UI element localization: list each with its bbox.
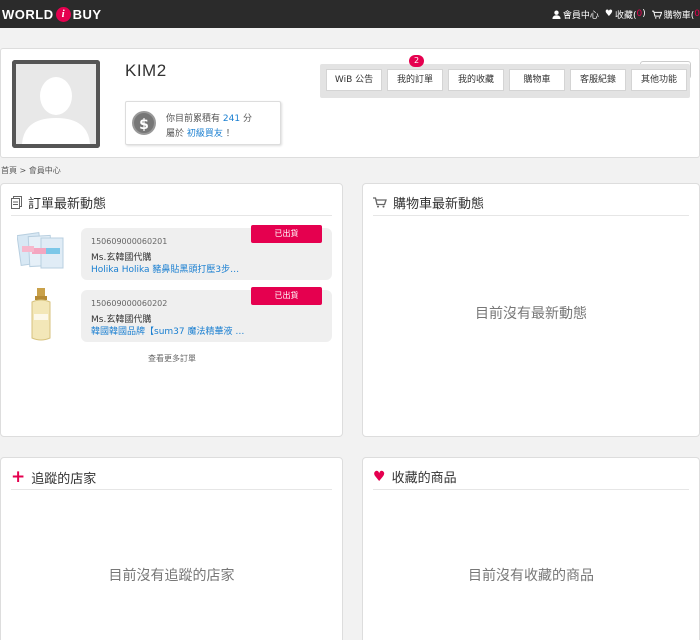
- cart-card-title-text: 購物車最新動態: [393, 197, 485, 212]
- cart-icon: [651, 10, 662, 19]
- avatar: [12, 60, 100, 148]
- cart-card-title: 購物車最新動態: [373, 193, 484, 212]
- orders-card-title: 訂單最新動態: [11, 193, 106, 212]
- favorites-close: ): [642, 9, 646, 19]
- order-product-link[interactable]: Holika Holika 豬鼻貼黑頭打壓3步…: [91, 262, 239, 275]
- points-prefix: 你目前累積有: [166, 114, 221, 124]
- level-line: 屬於 初級買友 ！: [166, 126, 235, 139]
- cart-icon: [373, 197, 387, 208]
- document-icon: [11, 196, 22, 209]
- divider: [373, 489, 689, 490]
- divider: [373, 215, 689, 216]
- order-item[interactable]: 150609000060201 Ms.玄韓國代購 Holika Holika 豬…: [81, 225, 332, 280]
- shops-empty-message: 目前沒有追蹤的店家: [108, 568, 235, 584]
- favorite-products-card: ♥ 收藏的商品 目前沒有收藏的商品: [362, 457, 700, 640]
- default-avatar-icon: [12, 60, 100, 148]
- top-bar: WORLD i BUY 會員中心 ♥ 收藏(0) 購物車(0: [0, 0, 700, 28]
- breadcrumb-home[interactable]: 首頁: [1, 166, 17, 175]
- cart-count: 0: [694, 9, 700, 19]
- cart-empty-message: 目前沒有最新動態: [475, 306, 587, 322]
- menu-other-functions[interactable]: 其他功能: [631, 69, 687, 91]
- points-box: $ 你目前累積有 241 分 屬於 初級買友 ！: [125, 101, 281, 145]
- logo-i: i: [55, 6, 71, 22]
- followed-shops-card: + 追蹤的店家 目前沒有追蹤的店家: [0, 457, 343, 640]
- cart-link[interactable]: 購物車(0: [651, 8, 700, 21]
- product-thumbnail-nose-strips[interactable]: [17, 228, 69, 276]
- user-icon: [552, 10, 561, 19]
- order-status-badge: 已出貨: [251, 287, 322, 305]
- order-product-link[interactable]: 韓國韓國品牌【sum37 魔法精華液 …: [91, 324, 244, 337]
- shops-card-title: + 追蹤的店家: [11, 467, 96, 487]
- product-thumbnail-serum[interactable]: [29, 288, 53, 342]
- dollar-coin-icon: $: [132, 111, 156, 135]
- cart-label: 購物車(: [663, 10, 695, 21]
- member-center-label: 會員中心: [562, 10, 599, 21]
- divider: [11, 215, 332, 216]
- logo-world: WORLD: [2, 6, 54, 22]
- level-prefix: 屬於: [166, 129, 185, 139]
- favs-card-title-text: 收藏的商品: [391, 471, 457, 486]
- top-links: 會員中心 ♥ 收藏(0) 購物車(0: [546, 0, 700, 28]
- order-item[interactable]: 150609000060202 Ms.玄韓國代購 韓國韓國品牌【sum37 魔法…: [81, 287, 332, 342]
- points-line: 你目前累積有 241 分: [166, 111, 252, 124]
- order-number: 150609000060201: [91, 237, 168, 246]
- favorites-label: 收藏(: [614, 10, 637, 21]
- points-value: 241: [222, 114, 241, 124]
- menu-my-favorites[interactable]: 我的收藏: [448, 69, 504, 91]
- breadcrumb-current: 會員中心: [28, 166, 61, 175]
- order-status-badge: 已出貨: [251, 225, 322, 243]
- member-center-link[interactable]: 會員中心: [552, 8, 599, 21]
- level-suffix: ！: [225, 129, 235, 139]
- favs-empty-message: 目前沒有收藏的商品: [468, 568, 594, 584]
- worldibuy-logo[interactable]: WORLD i BUY: [2, 6, 102, 22]
- orders-count-badge: 2: [409, 55, 424, 67]
- heart-icon: ♥: [604, 9, 613, 19]
- shops-card-title-text: 追蹤的店家: [31, 471, 97, 487]
- orders-card: 訂單最新動態 150609000060201 Ms.玄韓國代購 Holika H…: [0, 183, 343, 437]
- heart-icon: ♥: [373, 468, 386, 485]
- cart-card: 購物車最新動態 目前沒有最新動態: [362, 183, 700, 437]
- logo-buy: BUY: [72, 6, 102, 22]
- divider: [11, 489, 332, 490]
- menu-wib-notice[interactable]: WiB 公告: [326, 69, 382, 91]
- favorites-link[interactable]: ♥ 收藏(0): [605, 8, 646, 21]
- level-value[interactable]: 初級買友: [187, 129, 223, 139]
- plus-icon: +: [11, 467, 26, 487]
- orders-card-title-text: 訂單最新動態: [28, 197, 107, 212]
- menu-cart[interactable]: 購物車: [509, 69, 565, 91]
- view-more-orders-link[interactable]: 查看更多訂單: [1, 353, 343, 364]
- menu-service-records[interactable]: 客服紀錄: [570, 69, 626, 91]
- menu-my-orders[interactable]: 我的訂單: [387, 69, 443, 91]
- favs-card-title: ♥ 收藏的商品: [373, 467, 457, 487]
- member-menu: WiB 公告 我的訂單 我的收藏 購物車 客服紀錄 其他功能: [320, 64, 690, 98]
- points-unit: 分: [242, 114, 252, 124]
- order-number: 150609000060202: [91, 299, 168, 308]
- username: KIM2: [125, 61, 167, 80]
- breadcrumb-sep: >: [17, 166, 29, 175]
- breadcrumb: 首頁 > 會員中心: [1, 165, 61, 176]
